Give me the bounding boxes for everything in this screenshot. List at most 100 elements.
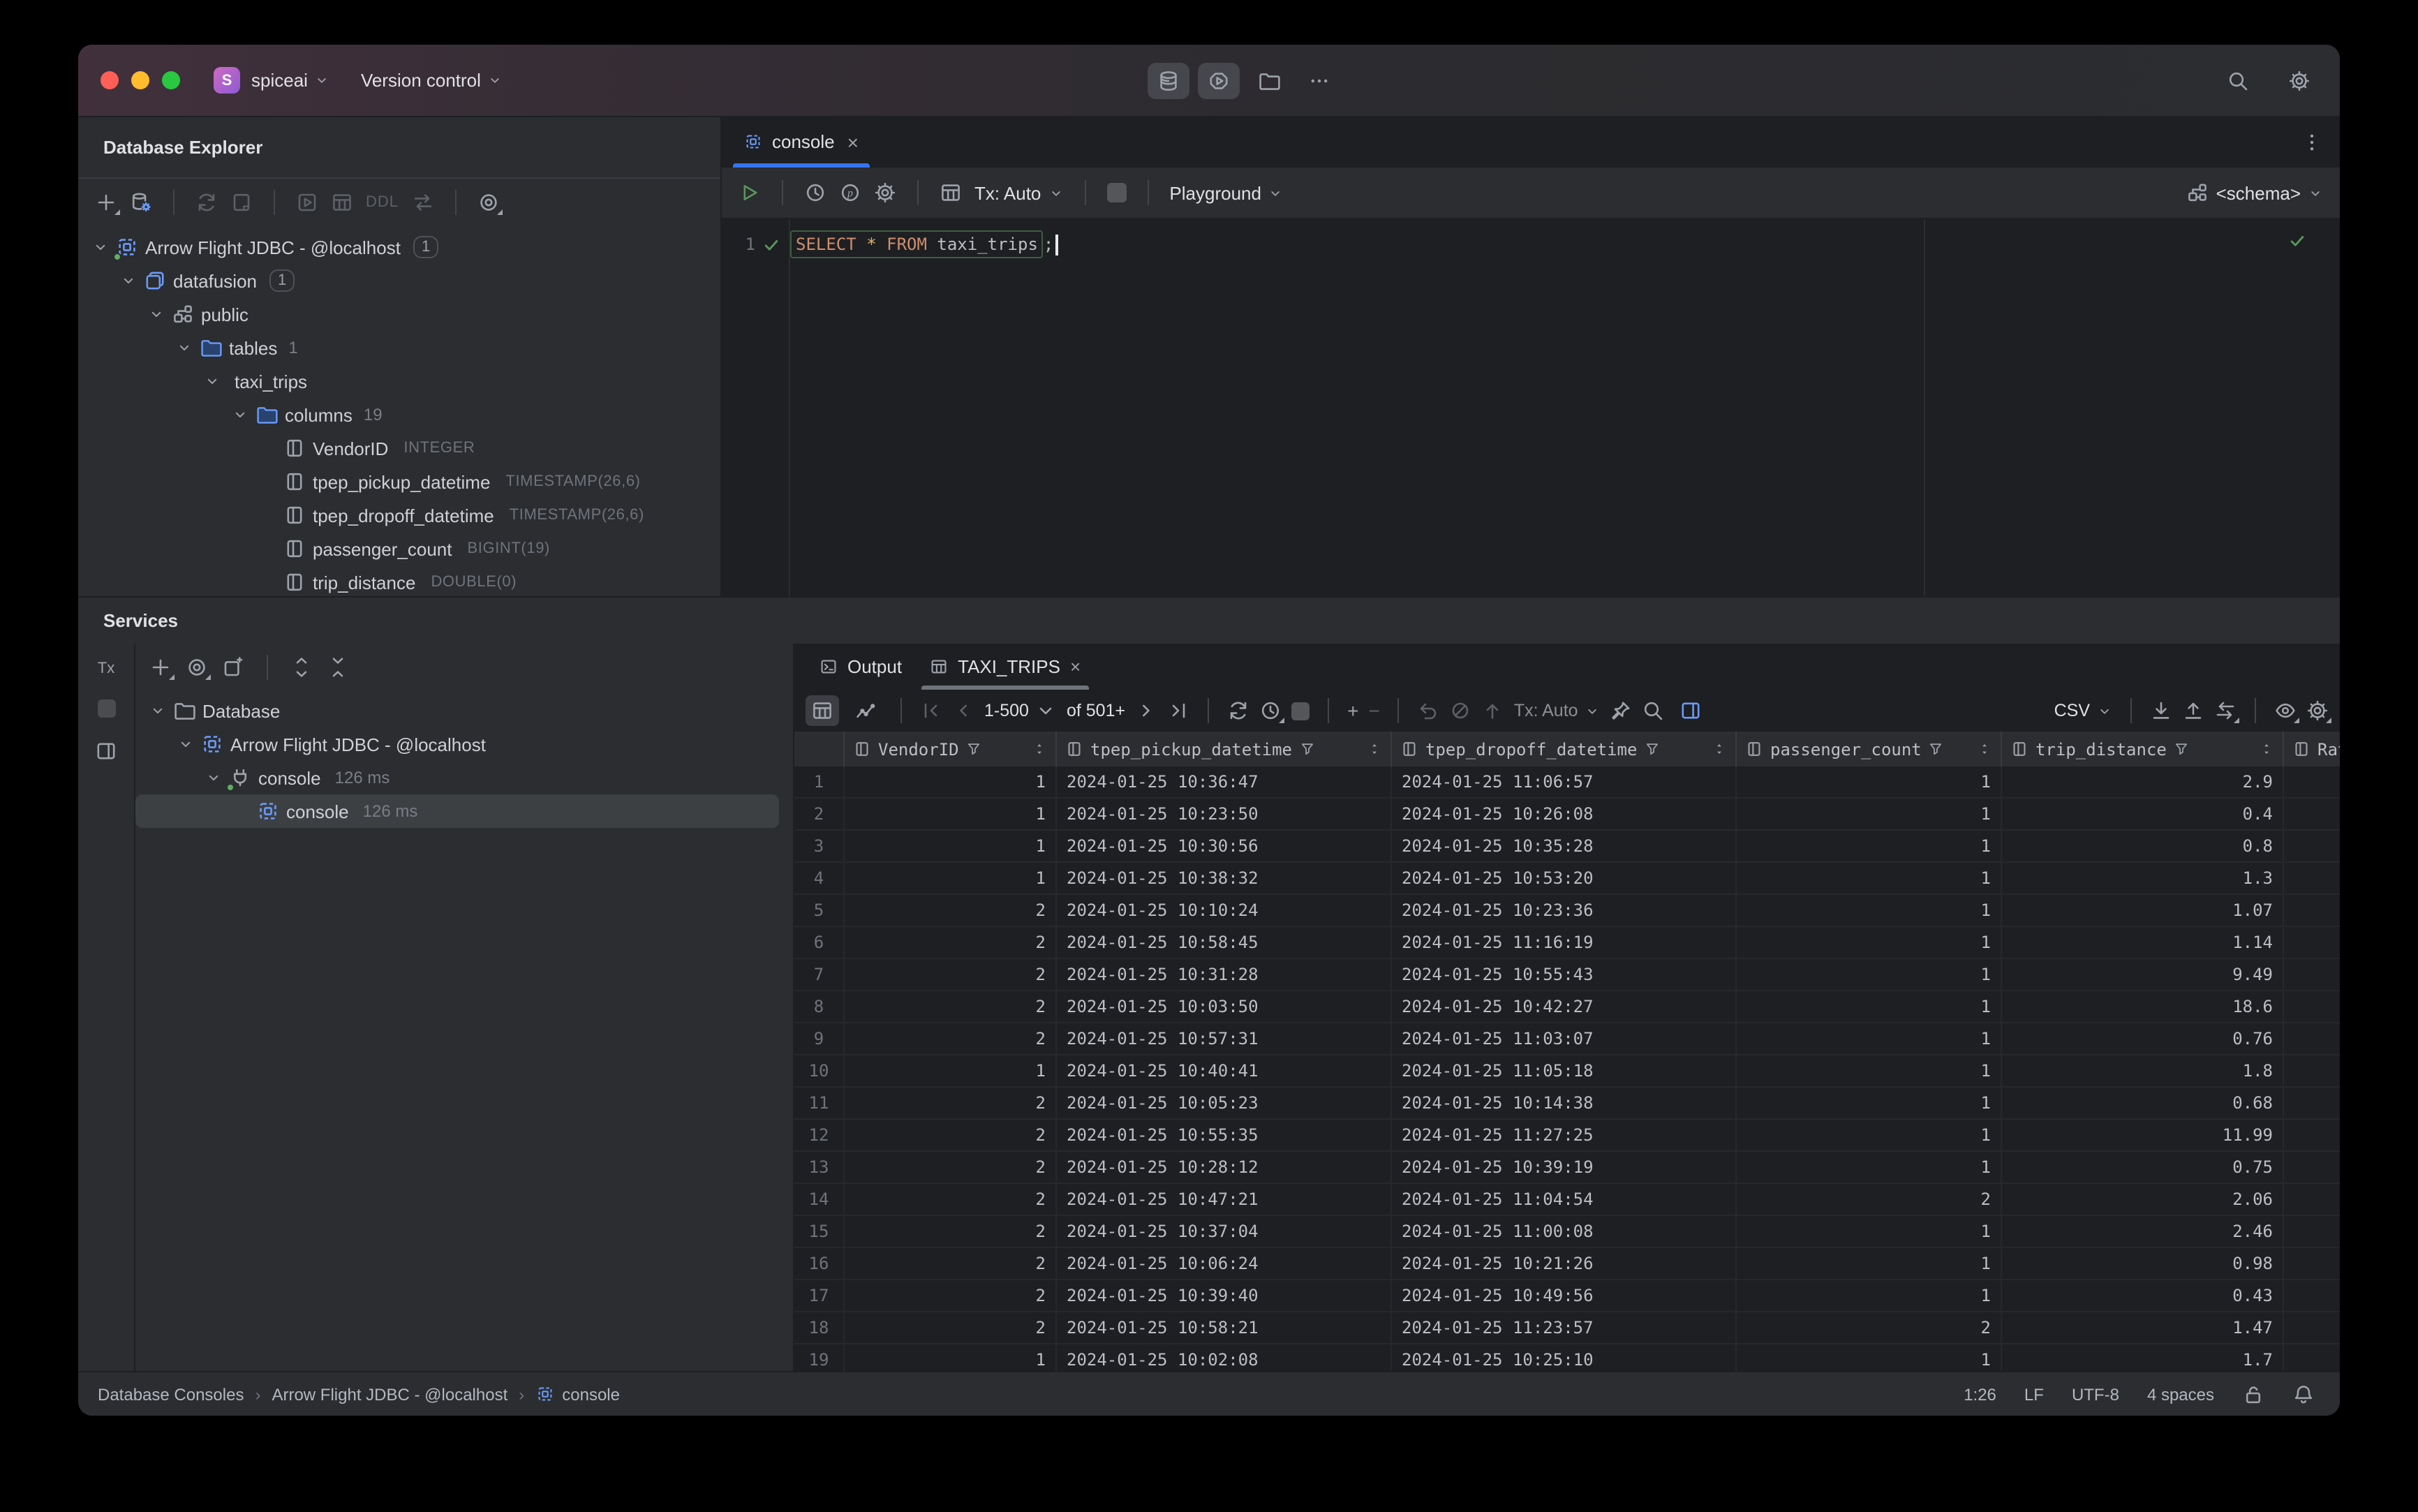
cell[interactable]: 1 — [1737, 831, 2002, 861]
cell[interactable]: 18.6 — [2002, 991, 2284, 1022]
caret-position[interactable]: 1:26 — [1964, 1384, 1996, 1404]
cell[interactable]: 0.43 — [2002, 1280, 2284, 1311]
visibility-options-button[interactable] — [477, 191, 503, 215]
cell[interactable] — [2284, 959, 2340, 990]
filter-icon[interactable] — [1929, 741, 1944, 757]
cell[interactable]: 2024-01-25 11:23:57 — [1392, 1312, 1737, 1343]
sql-editor[interactable]: 1 SELECT * FROM taxi_trips; — [722, 219, 2340, 596]
delete-row-button[interactable]: − — [1368, 699, 1379, 722]
jump-to-console-button[interactable] — [230, 191, 253, 214]
cell[interactable]: 1 — [845, 831, 1057, 861]
cell[interactable]: 1 — [1737, 895, 2002, 926]
results-tx-mode-select[interactable]: Tx: Auto — [1514, 701, 1601, 720]
expander-chevron-icon[interactable] — [177, 736, 194, 753]
submit-icon[interactable] — [1482, 699, 1504, 722]
cell[interactable]: 1.14 — [2002, 927, 2284, 958]
svc-node-console[interactable]: console 126 ms — [135, 761, 793, 794]
expand-all-button[interactable] — [290, 655, 313, 678]
filter-icon[interactable] — [1644, 741, 1659, 757]
cell[interactable] — [2284, 831, 2340, 861]
last-page-icon[interactable] — [1167, 699, 1189, 722]
cell[interactable] — [2284, 1120, 2340, 1150]
add-datasource-button[interactable] — [95, 191, 120, 215]
cell[interactable]: 2024-01-25 10:02:08 — [1057, 1344, 1392, 1371]
view-options-button[interactable] — [186, 655, 211, 679]
cell[interactable]: 2024-01-25 10:23:36 — [1392, 895, 1737, 926]
sort-icon[interactable] — [1712, 741, 1727, 757]
cell[interactable] — [2284, 991, 2340, 1022]
cell[interactable]: 2024-01-25 11:27:25 — [1392, 1120, 1737, 1150]
expander-chevron-icon[interactable] — [176, 339, 193, 356]
reload-icon[interactable] — [1227, 699, 1249, 722]
history-icon[interactable] — [804, 181, 826, 204]
cell[interactable]: 1 — [1737, 959, 2002, 990]
cell[interactable]: 1 — [1737, 927, 2002, 958]
view-settings-icon[interactable] — [2274, 699, 2299, 723]
cell[interactable]: 1.3 — [2002, 863, 2284, 894]
cell[interactable]: 1.8 — [2002, 1055, 2284, 1086]
cell[interactable]: 2024-01-25 11:00:08 — [1392, 1216, 1737, 1247]
close-tab-icon[interactable]: × — [847, 131, 859, 153]
cell[interactable]: 2 — [845, 1248, 1057, 1279]
breadcrumb-item[interactable]: Arrow Flight JDBC - @localhost — [272, 1384, 507, 1404]
tx-toggle-button[interactable]: Tx — [98, 660, 114, 677]
cell[interactable]: 2024-01-25 11:05:18 — [1392, 1055, 1737, 1086]
cell[interactable]: 2 — [845, 1184, 1057, 1215]
import-upload-icon[interactable] — [2182, 699, 2204, 722]
cell[interactable] — [2284, 1280, 2340, 1311]
cell[interactable]: 1 — [1737, 1248, 2002, 1279]
filter-icon[interactable] — [2174, 741, 2189, 757]
cell[interactable]: 2024-01-25 10:28:12 — [1057, 1152, 1392, 1183]
db-node-arrow-flight-jdbc-localhost[interactable]: Arrow Flight JDBC - @localhost 1 — [78, 230, 720, 264]
schema-select[interactable]: <schema> — [2187, 181, 2323, 204]
open-table-button[interactable] — [331, 191, 353, 214]
datasource-properties-button[interactable] — [130, 191, 152, 214]
cell[interactable]: 1.7 — [2002, 1344, 2284, 1371]
cell[interactable]: 2024-01-25 10:58:21 — [1057, 1312, 1392, 1343]
stop-button[interactable] — [1106, 183, 1127, 202]
file-encoding[interactable]: UTF-8 — [2072, 1384, 2119, 1404]
console-settings-icon[interactable] — [874, 181, 896, 204]
filter-icon[interactable] — [1299, 741, 1314, 757]
column-header-trip_distance[interactable]: trip_distance — [2002, 732, 2284, 766]
lock-icon[interactable] — [2242, 1383, 2264, 1405]
project-menu[interactable]: spiceai — [251, 70, 330, 91]
cell[interactable] — [2284, 1088, 2340, 1118]
column-header-tpep_pickup_datetime[interactable]: tpep_pickup_datetime — [1057, 732, 1392, 766]
layout-toggle-icon[interactable] — [95, 740, 117, 762]
next-page-icon[interactable] — [1135, 699, 1157, 722]
cell[interactable]: 0.8 — [2002, 831, 2284, 861]
ddl-button[interactable]: DDL — [366, 194, 399, 211]
cell[interactable]: 2 — [845, 1216, 1057, 1247]
open-in-new-tab-button[interactable] — [222, 655, 244, 678]
grid-view-button[interactable] — [806, 695, 839, 726]
cell[interactable]: 0.76 — [2002, 1023, 2284, 1054]
cell[interactable]: 2024-01-25 10:10:24 — [1057, 895, 1392, 926]
add-row-button[interactable]: + — [1347, 699, 1358, 722]
settings-button[interactable] — [2278, 63, 2320, 99]
auto-refresh-icon[interactable] — [1259, 699, 1285, 723]
tx-mode-select[interactable]: Tx: Auto — [974, 182, 1063, 203]
previous-page-icon[interactable] — [952, 699, 974, 722]
cell[interactable]: 2024-01-25 10:39:40 — [1057, 1280, 1392, 1311]
cell[interactable]: 1 — [845, 863, 1057, 894]
cell[interactable]: 2.06 — [2002, 1184, 2284, 1215]
cell[interactable] — [2284, 1184, 2340, 1215]
cell[interactable]: 2024-01-25 10:37:04 — [1057, 1216, 1392, 1247]
cell[interactable]: 2 — [845, 927, 1057, 958]
cell[interactable]: 2024-01-25 10:55:35 — [1057, 1120, 1392, 1150]
cell[interactable]: 2024-01-25 11:16:19 — [1392, 927, 1737, 958]
tab-console[interactable]: console × — [727, 117, 875, 167]
cell[interactable]: 1 — [845, 799, 1057, 829]
run-widget-button[interactable] — [1198, 63, 1240, 99]
tab-options-icon[interactable] — [2301, 131, 2323, 153]
cell[interactable]: 1 — [1737, 1088, 2002, 1118]
cell[interactable]: 2024-01-25 11:06:57 — [1392, 766, 1737, 797]
pin-tab-icon[interactable] — [1610, 699, 1633, 722]
cell[interactable]: 2024-01-25 11:03:07 — [1392, 1023, 1737, 1054]
cell[interactable]: 1 — [845, 1344, 1057, 1371]
indent-style[interactable]: 4 spaces — [2147, 1384, 2214, 1404]
db-node-public[interactable]: public — [78, 297, 720, 331]
tab-taxi-trips[interactable]: TAXI_TRIPS × — [916, 643, 1095, 689]
transfer-data-icon[interactable] — [2214, 699, 2239, 723]
